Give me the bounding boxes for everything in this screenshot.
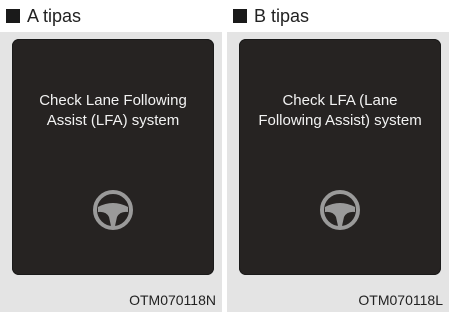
warning-message-b: Check LFA (Lane Following Assist) system <box>258 92 422 129</box>
panel-b-body: Check LFA (Lane Following Assist) system… <box>227 32 449 312</box>
steering-wheel-icon <box>320 190 360 230</box>
warning-message-a: Check Lane Following Assist (LFA) system <box>39 92 187 129</box>
figure-code-a: OTM070118N <box>129 292 216 308</box>
panel-a-header: A tipas <box>0 0 222 32</box>
cluster-display-a: Check Lane Following Assist (LFA) system <box>12 39 214 275</box>
panel-b-label: B tipas <box>254 5 310 26</box>
bullet-square-icon <box>6 9 20 23</box>
cluster-display-b: Check LFA (Lane Following Assist) system <box>239 39 441 275</box>
steering-wheel-icon <box>93 190 133 230</box>
panel-a-label: A tipas <box>27 5 82 26</box>
bullet-square-icon <box>233 9 247 23</box>
panel-a: A tipas Check Lane Following Assist (LFA… <box>0 0 222 312</box>
panel-b: B tipas Check LFA (Lane Following Assist… <box>227 0 449 312</box>
panel-b-header: B tipas <box>227 0 449 32</box>
panel-a-body: Check Lane Following Assist (LFA) system… <box>0 32 222 312</box>
figure-code-b: OTM070118L <box>358 292 443 308</box>
